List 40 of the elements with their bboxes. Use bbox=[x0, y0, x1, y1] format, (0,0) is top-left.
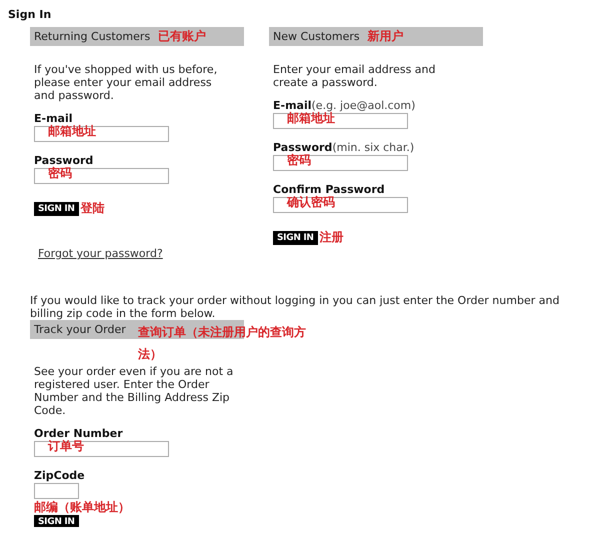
track-intro-text: If you would like to track your order without logging in you can just enter the Order number and billing zip code in the form below. bbox=[30, 294, 560, 320]
annotation-text: 已有账户 bbox=[158, 28, 206, 45]
annotation-text: 密码 bbox=[48, 165, 72, 182]
section-title: New Customers bbox=[273, 30, 360, 43]
input-field[interactable] bbox=[34, 168, 169, 184]
sign-in-button[interactable]: SIGN IN bbox=[34, 202, 79, 216]
annotation-text: 新用户 bbox=[368, 28, 404, 45]
field-hint: (min. six char.) bbox=[332, 141, 414, 154]
field-label: E-mail bbox=[273, 99, 312, 112]
field-hint: (e.g. joe@aol.com) bbox=[312, 99, 416, 112]
field-label: Confirm Password bbox=[273, 183, 385, 196]
field-label: ZipCode bbox=[34, 469, 85, 482]
field-label: Password bbox=[34, 154, 94, 167]
input-field[interactable] bbox=[34, 441, 169, 457]
annotation-text: 确认密码 bbox=[287, 194, 335, 211]
section-title: Track your Order bbox=[34, 323, 126, 336]
field-label: E-mail bbox=[34, 112, 73, 125]
input-field[interactable] bbox=[34, 126, 169, 142]
sign-in-button[interactable]: SIGN IN bbox=[34, 515, 79, 527]
annotation-text: 订单号 bbox=[48, 438, 84, 455]
input-field[interactable] bbox=[273, 197, 408, 213]
input-field[interactable] bbox=[273, 113, 408, 129]
annotation-text: 邮箱地址 bbox=[287, 111, 335, 127]
page-title: Sign In bbox=[8, 8, 52, 21]
field-label: Order Number bbox=[34, 427, 123, 440]
annotation-text: 密码 bbox=[287, 152, 311, 169]
section-title: Returning Customers bbox=[34, 30, 150, 43]
annotation-text: 查询订单（未注册用户的查询方法） bbox=[138, 324, 307, 363]
intro-text: Enter your email address and create a password. bbox=[273, 63, 436, 89]
annotation-text: 登陆 bbox=[80, 200, 105, 217]
forgot-password-link[interactable]: Forgot your password? bbox=[38, 247, 163, 260]
annotation-text: 注册 bbox=[320, 229, 344, 246]
annotation-text: 邮编（账单地址） bbox=[34, 500, 130, 514]
sign-in-button[interactable]: SIGN IN bbox=[273, 230, 318, 244]
field-label: Password bbox=[273, 141, 332, 154]
input-field[interactable] bbox=[273, 155, 408, 171]
input-field[interactable] bbox=[34, 483, 79, 499]
annotation-text: 邮箱地址 bbox=[48, 123, 96, 140]
intro-text: See your order even if you are not a registered user. Enter the Order Number and the Billing Address Zip Code. bbox=[34, 365, 234, 417]
intro-text: If you've shopped with us before, please enter your email address and password. bbox=[34, 63, 218, 102]
